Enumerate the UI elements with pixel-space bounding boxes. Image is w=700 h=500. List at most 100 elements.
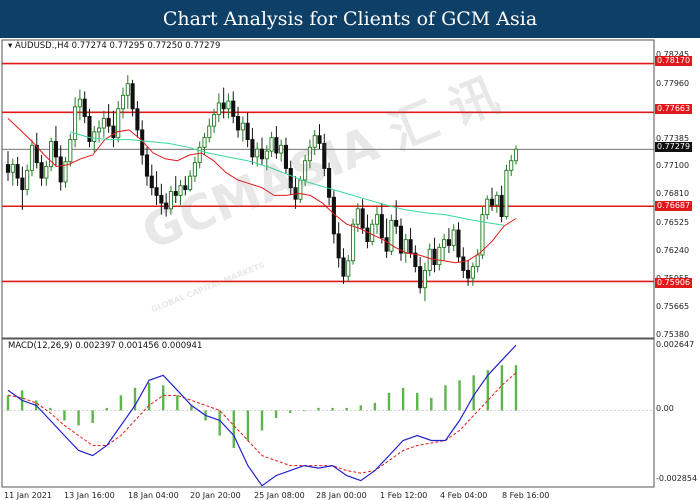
- candle-body: [25, 169, 30, 191]
- candle-body: [504, 169, 509, 217]
- candle-body: [20, 177, 25, 191]
- macd-histogram-bar: [105, 407, 108, 411]
- candle-body: [245, 122, 250, 141]
- level-label: 0.78170: [655, 56, 693, 66]
- candle-body: [312, 135, 317, 148]
- candle-body: [255, 148, 260, 158]
- macd-histogram-bar: [232, 410, 235, 449]
- open-value: 0.77274: [71, 41, 107, 51]
- candle-body: [68, 139, 73, 163]
- candle-body: [360, 208, 365, 229]
- macd-histogram-bar: [444, 385, 447, 411]
- candle-body: [120, 94, 126, 110]
- candle-body: [216, 102, 221, 115]
- candle-body: [279, 144, 284, 154]
- macd-histogram-bar: [500, 365, 504, 411]
- time-label: 18 Jan 04:00: [128, 491, 179, 500]
- level-label: 0.76687: [655, 201, 693, 211]
- candle-body: [178, 185, 183, 196]
- candle-body: [111, 125, 116, 139]
- macd-histogram-bar: [91, 410, 94, 423]
- current-price-label: 0.77279: [655, 142, 693, 152]
- time-label: 1 Feb 12:00: [380, 491, 428, 500]
- candle-body: [97, 127, 102, 133]
- high-value: 0.77295: [109, 41, 145, 51]
- candle-body: [451, 229, 456, 246]
- level-label: 0.75906: [655, 278, 693, 288]
- candle-body: [5, 164, 11, 173]
- macd-histogram-bar: [218, 410, 221, 436]
- candle-body: [461, 256, 466, 271]
- symbol-name: AUDUSD.,H4: [14, 41, 69, 51]
- candle-body: [298, 179, 303, 200]
- candle-body: [197, 146, 202, 164]
- candle-body: [202, 137, 207, 148]
- chart-canvas[interactable]: [0, 38, 700, 500]
- candle-body: [442, 239, 447, 248]
- macd-name: MACD(12,26,9): [8, 341, 73, 351]
- macd-tick: 0.002647: [656, 340, 695, 349]
- candle-body: [101, 117, 106, 129]
- macd-histogram-bar: [6, 395, 10, 411]
- candle-body: [149, 175, 154, 189]
- candle-body: [264, 150, 269, 160]
- candle-body: [164, 202, 169, 210]
- candle-body: [212, 114, 217, 127]
- macd-histogram-bar: [289, 410, 292, 413]
- macd-histogram-bar: [162, 385, 165, 411]
- time-label: 13 Jan 16:00: [64, 491, 115, 500]
- macd-histogram-bar: [331, 407, 334, 411]
- collapse-triangle-icon[interactable]: ▾: [8, 41, 12, 51]
- macd-histogram-bar: [274, 410, 278, 418]
- close-value: 0.77279: [185, 41, 221, 51]
- candle-body: [499, 194, 504, 217]
- candle-body: [355, 208, 360, 225]
- candle-body: [494, 194, 499, 206]
- candle-body: [168, 191, 173, 210]
- signal-value: 0.001456: [118, 341, 160, 351]
- candle-body: [307, 146, 312, 162]
- candle-body: [303, 160, 308, 181]
- candle-body: [144, 154, 150, 177]
- candle-body: [39, 162, 44, 179]
- candle-body: [418, 266, 423, 289]
- candle-body: [327, 167, 332, 198]
- candle-body: [384, 237, 389, 252]
- candle-body: [106, 117, 111, 127]
- macd-histogram-bar: [303, 410, 306, 412]
- macd-histogram-bar: [458, 380, 461, 411]
- macd-histogram-bar: [430, 397, 433, 411]
- candle-body: [29, 144, 35, 171]
- candle-body: [432, 248, 437, 266]
- candle-body: [379, 214, 384, 239]
- price-tick: 0.75380: [656, 330, 690, 339]
- candle-body: [221, 102, 226, 110]
- candle-body: [283, 144, 289, 169]
- macd-histogram-bar: [472, 375, 475, 411]
- candle-body: [226, 100, 231, 110]
- candle-body: [116, 108, 121, 139]
- macd-histogram-bar: [373, 402, 377, 411]
- candle-body: [408, 239, 413, 254]
- macd-panel-frame: [1, 338, 655, 488]
- candle-body: [15, 164, 20, 179]
- candle-body: [475, 254, 480, 268]
- candle-body: [437, 246, 442, 266]
- candle-body: [173, 191, 178, 196]
- candle-body: [422, 269, 427, 289]
- candle-body: [346, 260, 351, 277]
- price-tick: 0.77960: [656, 79, 690, 88]
- chart-area[interactable]: ▾ AUDUSD.,H4 0.77274 0.77295 0.77250 0.7…: [0, 38, 700, 500]
- candle-body: [77, 98, 82, 108]
- candle-body: [336, 233, 341, 259]
- macd-histogram-bar: [416, 392, 419, 411]
- price-tick: 0.75665: [656, 302, 690, 311]
- macd-histogram-bar: [260, 410, 264, 431]
- macd-histogram-bar: [176, 395, 179, 411]
- candle-body: [269, 137, 274, 152]
- price-tick: 0.77100: [656, 161, 690, 170]
- candle-body: [317, 135, 322, 144]
- candle-body: [394, 219, 399, 227]
- candle-body: [413, 252, 418, 268]
- candle-body: [351, 223, 356, 262]
